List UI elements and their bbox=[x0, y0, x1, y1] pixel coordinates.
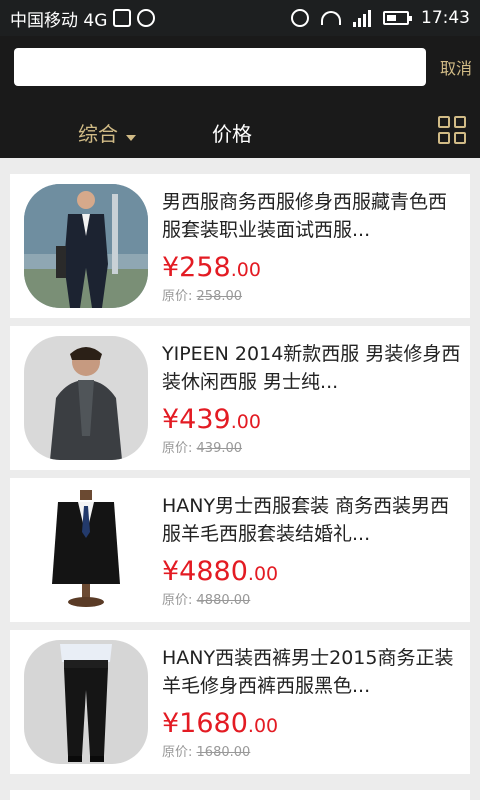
tab-combined[interactable]: 综合 bbox=[78, 118, 136, 147]
search-input[interactable] bbox=[14, 48, 426, 86]
product-item-partial[interactable] bbox=[10, 790, 470, 800]
product-price: ¥4880.00 bbox=[162, 556, 279, 587]
status-bar: 中国移动 4G 17:43 bbox=[0, 0, 480, 36]
tab-combined-label: 综合 bbox=[78, 121, 118, 146]
product-price: ¥258.00 bbox=[162, 252, 261, 283]
product-list[interactable]: 男西服商务西服修身西服藏青色西服套装职业装面试西服... ¥258.00 原价:… bbox=[0, 158, 480, 800]
product-image bbox=[24, 640, 148, 764]
product-image bbox=[24, 184, 148, 308]
alarm-icon bbox=[291, 9, 309, 27]
product-info: YIPEEN 2014新款西服 男装修身西装休闲西服 男士纯... ¥439.0… bbox=[162, 340, 462, 456]
product-item[interactable]: HANY西装西裤男士2015商务正装羊毛修身西裤西服黑色... ¥1680.00… bbox=[10, 630, 470, 774]
signal-icon bbox=[353, 9, 371, 27]
battery-icon bbox=[383, 11, 412, 25]
original-price: 原价: 4880.00 bbox=[162, 593, 251, 608]
product-item[interactable]: 男西服商务西服修身西服藏青色西服套装职业装面试西服... ¥258.00 原价:… bbox=[10, 174, 470, 318]
notification-icon bbox=[137, 9, 156, 27]
product-item[interactable]: YIPEEN 2014新款西服 男装修身西装休闲西服 男士纯... ¥439.0… bbox=[10, 326, 470, 470]
clock: 17:43 bbox=[421, 8, 470, 28]
product-title: 男西服商务西服修身西服藏青色西服套装职业装面试西服... bbox=[162, 191, 448, 241]
product-image bbox=[24, 488, 148, 612]
image-icon bbox=[113, 9, 132, 27]
product-title: YIPEEN 2014新款西服 男装修身西装休闲西服 男士纯... bbox=[162, 343, 461, 393]
product-price: ¥439.00 bbox=[162, 404, 261, 435]
original-price: 原价: 258.00 bbox=[162, 289, 243, 304]
product-image bbox=[24, 336, 148, 460]
product-price: ¥1680.00 bbox=[162, 708, 279, 739]
tab-price[interactable]: 价格 bbox=[212, 118, 252, 147]
original-price: 原价: 1680.00 bbox=[162, 745, 251, 760]
product-info: HANY男士西服套装 商务西装男西服羊毛西服套装结婚礼... ¥4880.00 … bbox=[162, 492, 462, 608]
product-item[interactable]: HANY男士西服套装 商务西装男西服羊毛西服套装结婚礼... ¥4880.00 … bbox=[10, 478, 470, 622]
grid-view-icon[interactable] bbox=[438, 116, 466, 144]
product-info: 男西服商务西服修身西服藏青色西服套装职业装面试西服... ¥258.00 原价:… bbox=[162, 188, 462, 304]
search-header: 取消 综合 价格 bbox=[0, 36, 480, 158]
sort-tabs: 综合 价格 bbox=[0, 114, 480, 150]
product-title: HANY男士西服套装 商务西装男西服羊毛西服套装结婚礼... bbox=[162, 495, 450, 545]
product-info: HANY西装西裤男士2015商务正装羊毛修身西裤西服黑色... ¥1680.00… bbox=[162, 644, 462, 760]
carrier-text: 中国移动 4G bbox=[10, 10, 108, 31]
chevron-down-icon bbox=[126, 135, 136, 141]
wifi-icon bbox=[321, 11, 341, 25]
original-price: 原价: 439.00 bbox=[162, 441, 243, 456]
product-title: HANY西装西裤男士2015商务正装羊毛修身西裤西服黑色... bbox=[162, 647, 454, 697]
search-row: 取消 bbox=[14, 48, 480, 86]
cancel-button[interactable]: 取消 bbox=[440, 55, 472, 79]
